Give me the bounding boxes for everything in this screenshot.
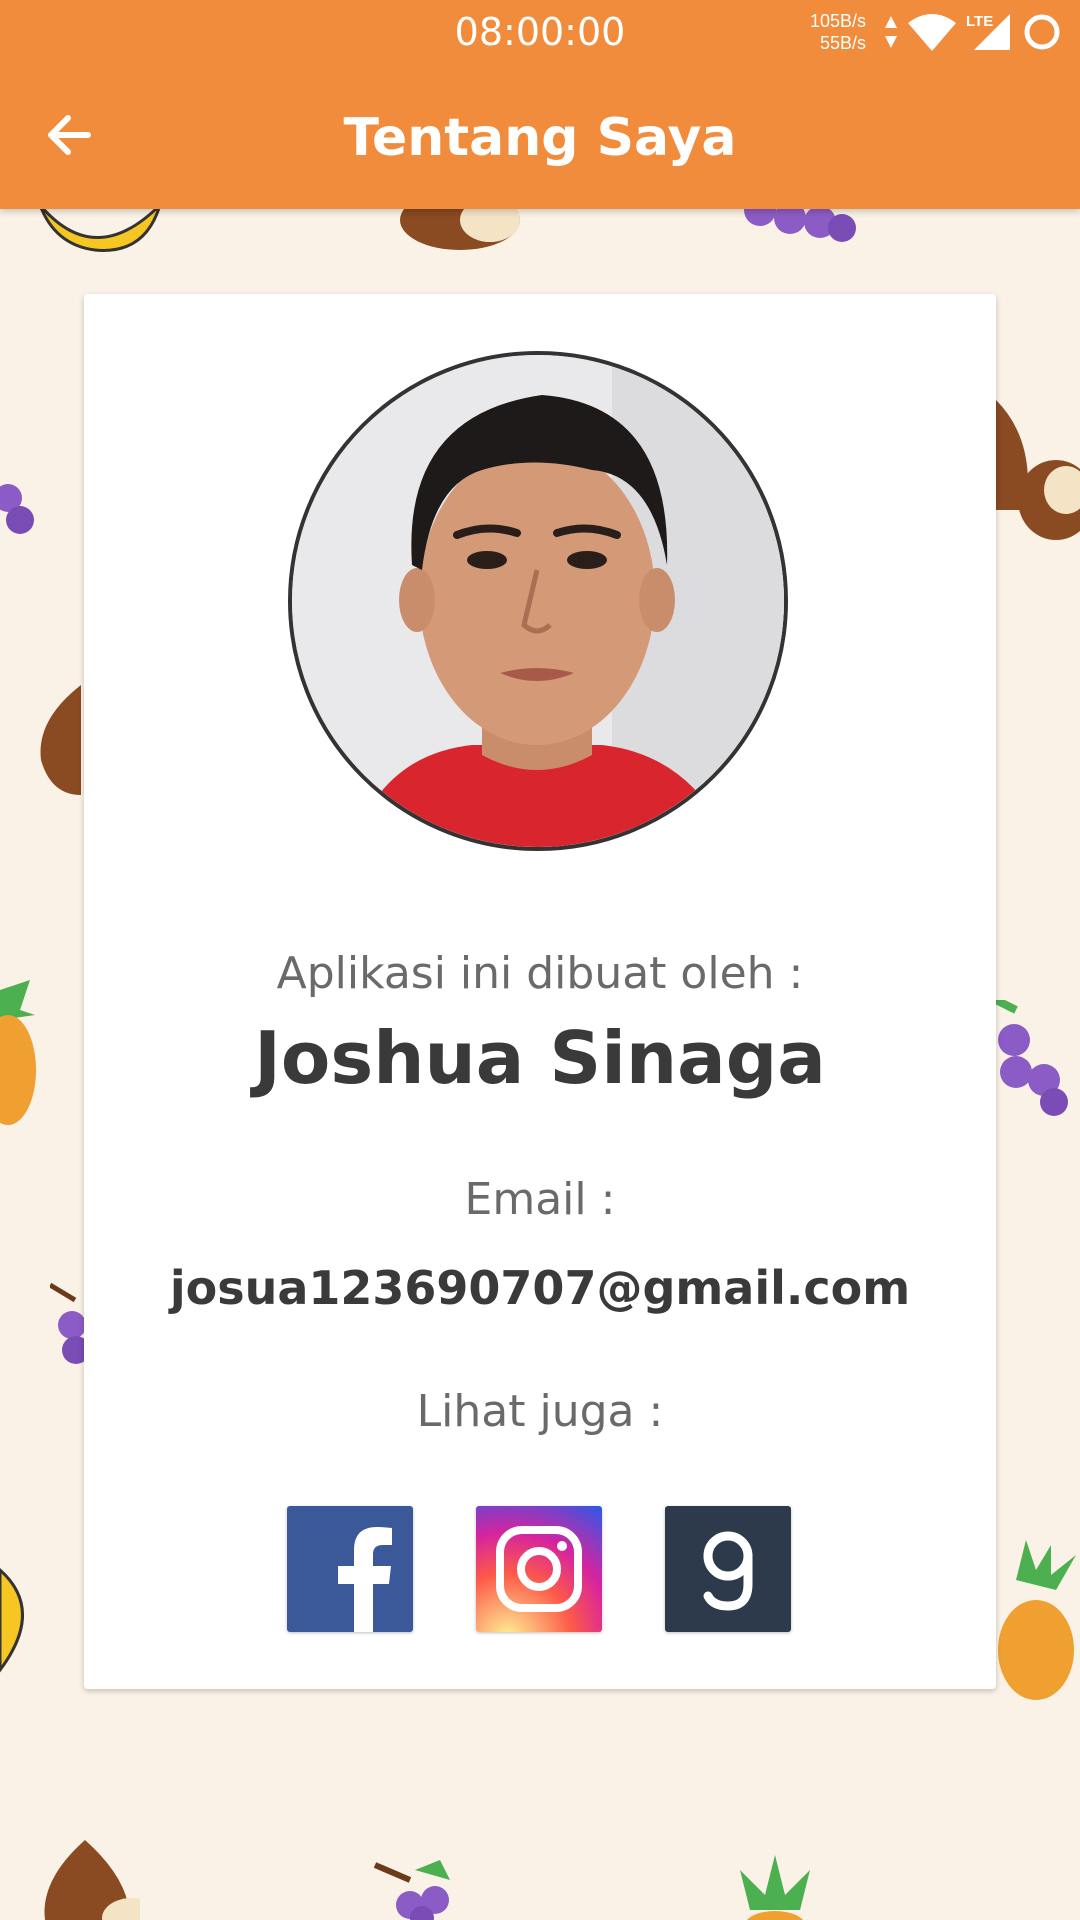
see-also-label: Lihat juga : bbox=[416, 1386, 664, 1437]
9gag-icon bbox=[703, 1531, 753, 1611]
social-links bbox=[287, 1506, 791, 1632]
network-type-label: LTE bbox=[966, 13, 993, 30]
page-title: Tentang Saya bbox=[343, 108, 737, 168]
email-label: Email : bbox=[464, 1174, 616, 1225]
about-card: Aplikasi ini dibuat oleh : Joshua Sinaga… bbox=[84, 294, 996, 1689]
pineapple-decoration bbox=[0, 980, 36, 1125]
about-screen: 08:00:00 105B/s 55B/s LTE Tentang Saya A… bbox=[0, 0, 1080, 1920]
pineapple-decoration bbox=[740, 1855, 810, 1920]
banana-decoration bbox=[0, 1567, 24, 1673]
network-download-speed: 55B/s bbox=[819, 33, 866, 53]
network-speed: 105B/s 55B/s bbox=[790, 10, 866, 54]
grape-decoration bbox=[996, 1000, 1068, 1116]
made-by-label: Aplikasi ini dibuat oleh : bbox=[276, 948, 804, 999]
grape-decoration bbox=[373, 1860, 450, 1920]
email-value[interactable]: josua123690707@gmail.com bbox=[84, 1261, 996, 1315]
profile-photo-illustration bbox=[292, 355, 784, 847]
data-activity-icon bbox=[885, 16, 897, 48]
network-upload-speed: 105B/s bbox=[809, 11, 866, 31]
wifi-icon bbox=[908, 14, 956, 51]
status-icons: LTE bbox=[884, 12, 1062, 52]
facebook-button[interactable] bbox=[287, 1506, 413, 1632]
cellular-signal-icon: LTE bbox=[966, 13, 1010, 50]
salak-decoration bbox=[996, 400, 1080, 540]
author-name: Joshua Sinaga bbox=[254, 1016, 826, 1100]
instagram-icon bbox=[496, 1526, 582, 1612]
instagram-button[interactable] bbox=[476, 1506, 602, 1632]
app-bar: 08:00:00 105B/s 55B/s LTE Tentang Saya bbox=[0, 0, 1080, 209]
grape-decoration bbox=[0, 484, 34, 534]
salak-decoration bbox=[44, 1840, 140, 1920]
salak-decoration bbox=[40, 685, 81, 795]
9gag-button[interactable] bbox=[665, 1506, 791, 1632]
battery-icon bbox=[1024, 14, 1060, 50]
profile-photo bbox=[288, 351, 788, 851]
pineapple-decoration bbox=[998, 1540, 1076, 1700]
banana-decoration bbox=[38, 203, 162, 252]
facebook-icon bbox=[338, 1527, 392, 1632]
